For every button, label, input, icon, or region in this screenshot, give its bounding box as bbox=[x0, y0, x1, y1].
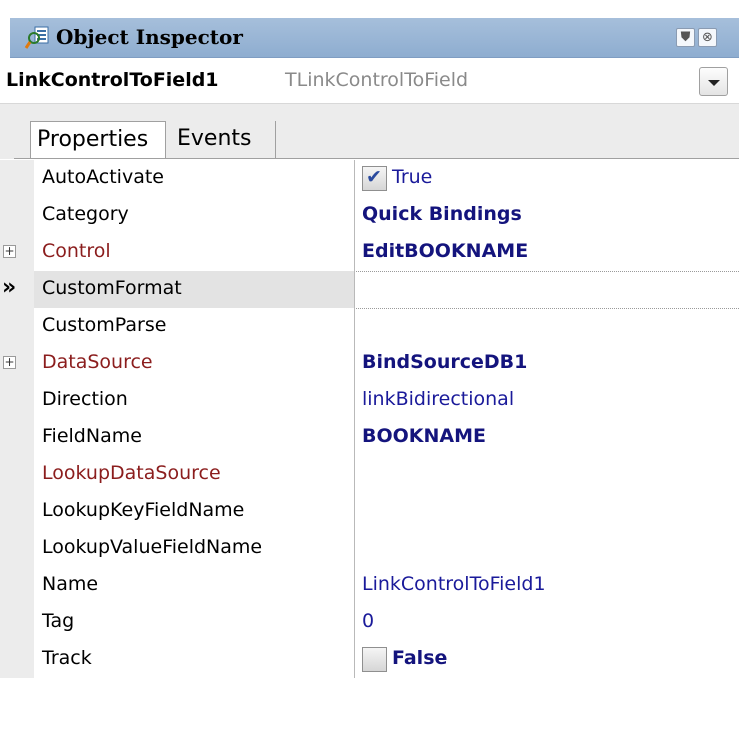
property-value-cell[interactable]: LinkControlToField1 bbox=[356, 567, 739, 604]
row-gutter bbox=[0, 567, 34, 604]
property-row[interactable]: LookupKeyFieldName bbox=[0, 493, 739, 530]
property-row[interactable]: Track False bbox=[0, 641, 739, 678]
property-name: LookupDataSource bbox=[42, 462, 221, 484]
property-name-cell[interactable]: LookupKeyFieldName bbox=[34, 493, 355, 530]
property-value: Quick Bindings bbox=[362, 203, 522, 225]
property-value: BOOKNAME bbox=[362, 425, 487, 447]
property-row[interactable]: » CustomFormat bbox=[0, 271, 739, 308]
property-value-cell[interactable]: False bbox=[356, 641, 739, 678]
row-gutter bbox=[0, 197, 34, 234]
property-row[interactable]: FieldName BOOKNAME bbox=[0, 419, 739, 456]
property-name: LookupValueFieldName bbox=[42, 536, 263, 558]
window-title: Object Inspector bbox=[56, 25, 243, 49]
property-value-cell[interactable] bbox=[356, 493, 739, 530]
row-gutter bbox=[0, 604, 34, 641]
property-row[interactable]: Direction linkBidirectional bbox=[0, 382, 739, 419]
property-name: FieldName bbox=[42, 425, 142, 447]
property-name-cell[interactable]: Tag bbox=[34, 604, 355, 641]
property-row[interactable]: AutoActivate True bbox=[0, 160, 739, 197]
row-gutter bbox=[0, 419, 34, 456]
property-value: EditBOOKNAME bbox=[362, 240, 529, 262]
row-gutter bbox=[0, 382, 34, 419]
property-value-cell[interactable] bbox=[356, 308, 739, 345]
tab-properties[interactable]: Properties bbox=[30, 121, 166, 158]
property-row[interactable]: + DataSource BindSourceDB1 bbox=[0, 345, 739, 382]
property-row[interactable]: LookupValueFieldName bbox=[0, 530, 739, 567]
property-value-cell[interactable] bbox=[356, 530, 739, 567]
row-gutter bbox=[0, 308, 34, 345]
property-name-cell[interactable]: DataSource bbox=[34, 345, 355, 382]
property-value-cell[interactable]: EditBOOKNAME bbox=[356, 234, 739, 271]
property-checkbox[interactable] bbox=[362, 647, 387, 672]
property-row[interactable]: Category Quick Bindings bbox=[0, 197, 739, 234]
row-gutter: + bbox=[0, 345, 34, 382]
row-gutter: + bbox=[0, 234, 34, 271]
row-gutter bbox=[0, 456, 34, 493]
property-row[interactable]: LookupDataSource bbox=[0, 456, 739, 493]
property-value: 0 bbox=[362, 610, 375, 632]
object-selector[interactable]: LinkControlToField1 TLinkControlToField bbox=[0, 60, 739, 104]
property-value-cell[interactable]: 0 bbox=[356, 604, 739, 641]
property-checkbox[interactable] bbox=[362, 166, 387, 191]
tab-divider bbox=[14, 158, 739, 159]
property-name: AutoActivate bbox=[42, 166, 164, 188]
property-value: True bbox=[392, 166, 433, 188]
property-name-cell[interactable]: CustomFormat bbox=[34, 271, 355, 308]
property-name: CustomFormat bbox=[42, 277, 182, 299]
property-row[interactable]: Tag 0 bbox=[0, 604, 739, 641]
tab-events[interactable]: Events bbox=[167, 121, 276, 158]
property-name-cell[interactable]: LookupDataSource bbox=[34, 456, 355, 493]
expand-icon[interactable]: + bbox=[3, 356, 16, 369]
title-bar: Object Inspector ⛊ ⊗ bbox=[10, 18, 739, 58]
property-name-cell[interactable]: LookupValueFieldName bbox=[34, 530, 355, 567]
property-name: Category bbox=[42, 203, 129, 225]
tab-strip: Properties Events bbox=[0, 104, 739, 159]
property-value-cell[interactable] bbox=[356, 456, 739, 493]
pin-icon[interactable]: ⛊ bbox=[676, 28, 695, 47]
expand-icon[interactable]: + bbox=[3, 245, 16, 258]
property-value-cell[interactable]: True bbox=[356, 160, 739, 197]
row-gutter bbox=[0, 641, 34, 678]
property-name: Tag bbox=[42, 610, 75, 632]
property-name-cell[interactable]: Control bbox=[34, 234, 355, 271]
property-value-cell[interactable]: BOOKNAME bbox=[356, 419, 739, 456]
property-name-cell[interactable]: Category bbox=[34, 197, 355, 234]
property-name-cell[interactable]: AutoActivate bbox=[34, 160, 355, 197]
property-name: CustomParse bbox=[42, 314, 167, 336]
property-name: Track bbox=[42, 647, 92, 669]
row-gutter bbox=[0, 160, 34, 197]
property-value-cell[interactable]: Quick Bindings bbox=[356, 197, 739, 234]
property-name-cell[interactable]: Track bbox=[34, 641, 355, 678]
property-value-cell[interactable]: linkBidirectional bbox=[356, 382, 739, 419]
object-type: TLinkControlToField bbox=[285, 69, 469, 91]
property-value: linkBidirectional bbox=[362, 388, 515, 410]
property-name-cell[interactable]: CustomParse bbox=[34, 308, 355, 345]
property-value: False bbox=[392, 647, 448, 669]
property-name-cell[interactable]: Name bbox=[34, 567, 355, 604]
property-value-cell[interactable] bbox=[356, 271, 739, 308]
object-name: LinkControlToField1 bbox=[6, 69, 219, 91]
property-row[interactable]: Name LinkControlToField1 bbox=[0, 567, 739, 604]
property-grid: AutoActivate True Category Quick Bindings + C… bbox=[0, 160, 739, 733]
row-gutter: » bbox=[0, 271, 34, 308]
property-name: Direction bbox=[42, 388, 128, 410]
row-gutter bbox=[0, 493, 34, 530]
current-row-marker-icon: » bbox=[2, 275, 17, 300]
property-row[interactable]: + Control EditBOOKNAME bbox=[0, 234, 739, 271]
property-value: BindSourceDB1 bbox=[362, 351, 528, 373]
property-name: Control bbox=[42, 240, 111, 262]
property-name: LookupKeyFieldName bbox=[42, 499, 245, 521]
object-inspector-icon bbox=[24, 26, 49, 49]
property-name: Name bbox=[42, 573, 99, 595]
property-name-cell[interactable]: Direction bbox=[34, 382, 355, 419]
property-name-cell[interactable]: FieldName bbox=[34, 419, 355, 456]
property-value: LinkControlToField1 bbox=[362, 573, 546, 595]
object-dropdown-button[interactable] bbox=[699, 67, 728, 96]
property-name: DataSource bbox=[42, 351, 153, 373]
property-value-cell[interactable]: BindSourceDB1 bbox=[356, 345, 739, 382]
close-icon[interactable]: ⊗ bbox=[698, 28, 717, 47]
property-row[interactable]: CustomParse bbox=[0, 308, 739, 345]
row-gutter bbox=[0, 530, 34, 567]
